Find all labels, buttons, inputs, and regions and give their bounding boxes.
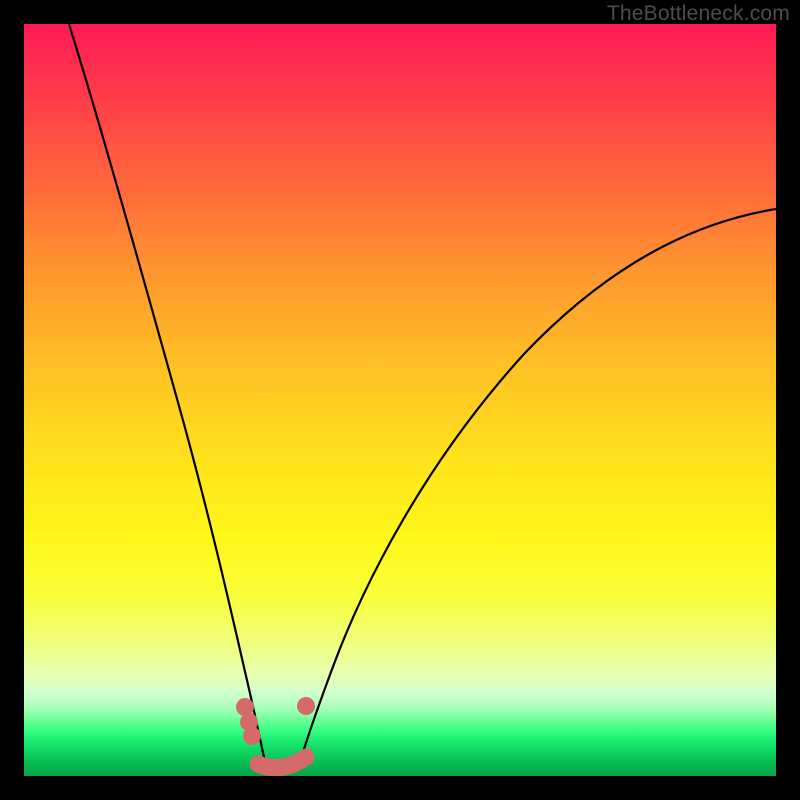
chart-frame: TheBottleneck.com	[0, 0, 800, 800]
left-curve	[69, 24, 265, 762]
right-curve	[300, 209, 776, 762]
valley-bead-segment	[258, 757, 306, 768]
attribution-text: TheBottleneck.com	[607, 2, 790, 26]
right-dot-1	[297, 697, 315, 715]
left-dot-3	[243, 727, 261, 745]
plot-area	[24, 24, 776, 776]
curve-layer	[24, 24, 776, 776]
